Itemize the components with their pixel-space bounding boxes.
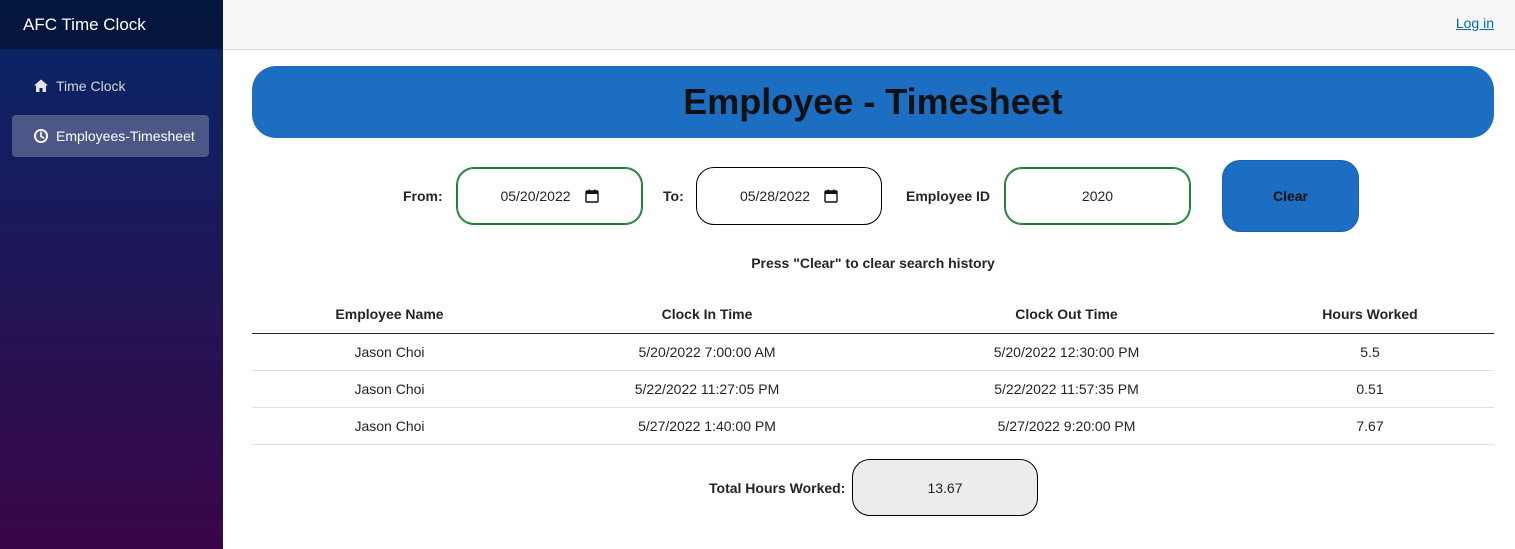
cell-clock-in: 5/22/2022 11:27:05 PM (527, 370, 887, 408)
home-icon (33, 78, 49, 94)
cell-clock-out: 5/27/2022 9:20:00 PM (887, 407, 1246, 445)
filter-bar: From: 05/20/2022 To: 05/28/2022 Employee… (252, 160, 1494, 232)
from-label: From: (403, 188, 443, 204)
employee-id-input[interactable]: 2020 (1004, 167, 1191, 225)
cell-hours-worked: 0.51 (1246, 370, 1494, 408)
total-hours-section: Total Hours Worked: 13.67 (252, 459, 1494, 517)
to-date-input[interactable]: 05/28/2022 (696, 167, 882, 225)
sidebar: AFC Time Clock Time Clock Employees-Time… (0, 0, 223, 549)
column-header-employee-name: Employee Name (252, 296, 527, 334)
cell-clock-out: 5/20/2022 12:30:00 PM (887, 333, 1246, 371)
table-row: Jason Choi 5/22/2022 11:27:05 PM 5/22/20… (252, 370, 1494, 408)
total-hours-label: Total Hours Worked: (709, 480, 846, 496)
employee-id-value: 2020 (1081, 188, 1114, 204)
cell-employee-name: Jason Choi (252, 333, 527, 371)
from-date-value: 05/20/2022 (500, 188, 571, 204)
clear-hint-text: Press "Clear" to clear search history (751, 255, 995, 271)
cell-hours-worked: 5.5 (1246, 333, 1494, 371)
calendar-icon[interactable] (584, 189, 599, 203)
cell-employee-name: Jason Choi (252, 407, 527, 445)
table-header-row: Employee Name Clock In Time Clock Out Ti… (252, 296, 1494, 334)
sidebar-item-employees-timesheet[interactable]: Employees-Timesheet (12, 115, 209, 157)
total-hours-field: 13.67 (852, 459, 1038, 516)
cell-clock-in: 5/27/2022 1:40:00 PM (527, 407, 887, 445)
sidebar-item-time-clock[interactable]: Time Clock (12, 65, 209, 107)
to-date-value: 05/28/2022 (739, 188, 811, 204)
cell-employee-name: Jason Choi (252, 370, 527, 408)
calendar-icon[interactable] (824, 189, 838, 203)
login-link[interactable]: Log in (1456, 15, 1494, 31)
top-bar: Log in (223, 0, 1515, 50)
timesheet-table: Employee Name Clock In Time Clock Out Ti… (252, 296, 1494, 445)
from-date-input[interactable]: 05/20/2022 (456, 167, 643, 225)
table-row: Jason Choi 5/20/2022 7:00:00 AM 5/20/202… (252, 333, 1494, 371)
app-brand[interactable]: AFC Time Clock (0, 0, 223, 49)
page-title: Employee - Timesheet (683, 81, 1063, 122)
column-header-clock-out: Clock Out Time (887, 296, 1246, 334)
clear-button[interactable]: Clear (1222, 160, 1359, 232)
clock-icon (33, 128, 49, 144)
table-row: Jason Choi 5/27/2022 1:40:00 PM 5/27/202… (252, 407, 1494, 445)
cell-clock-out: 5/22/2022 11:57:35 PM (887, 370, 1246, 408)
column-header-hours-worked: Hours Worked (1246, 296, 1494, 334)
sidebar-nav: Time Clock Employees-Timesheet (0, 49, 223, 157)
to-label: To: (663, 188, 684, 204)
employee-id-label: Employee ID (906, 188, 991, 204)
column-header-clock-in: Clock In Time (527, 296, 887, 334)
total-hours-value: 13.67 (927, 479, 963, 496)
sidebar-item-label: Employees-Timesheet (56, 128, 195, 144)
main-content: Employee - Timesheet From: 05/20/2022 To… (252, 66, 1494, 516)
cell-clock-in: 5/20/2022 7:00:00 AM (527, 333, 887, 371)
page-title-banner: Employee - Timesheet (252, 66, 1494, 138)
sidebar-item-label: Time Clock (56, 78, 126, 94)
cell-hours-worked: 7.67 (1246, 407, 1494, 445)
